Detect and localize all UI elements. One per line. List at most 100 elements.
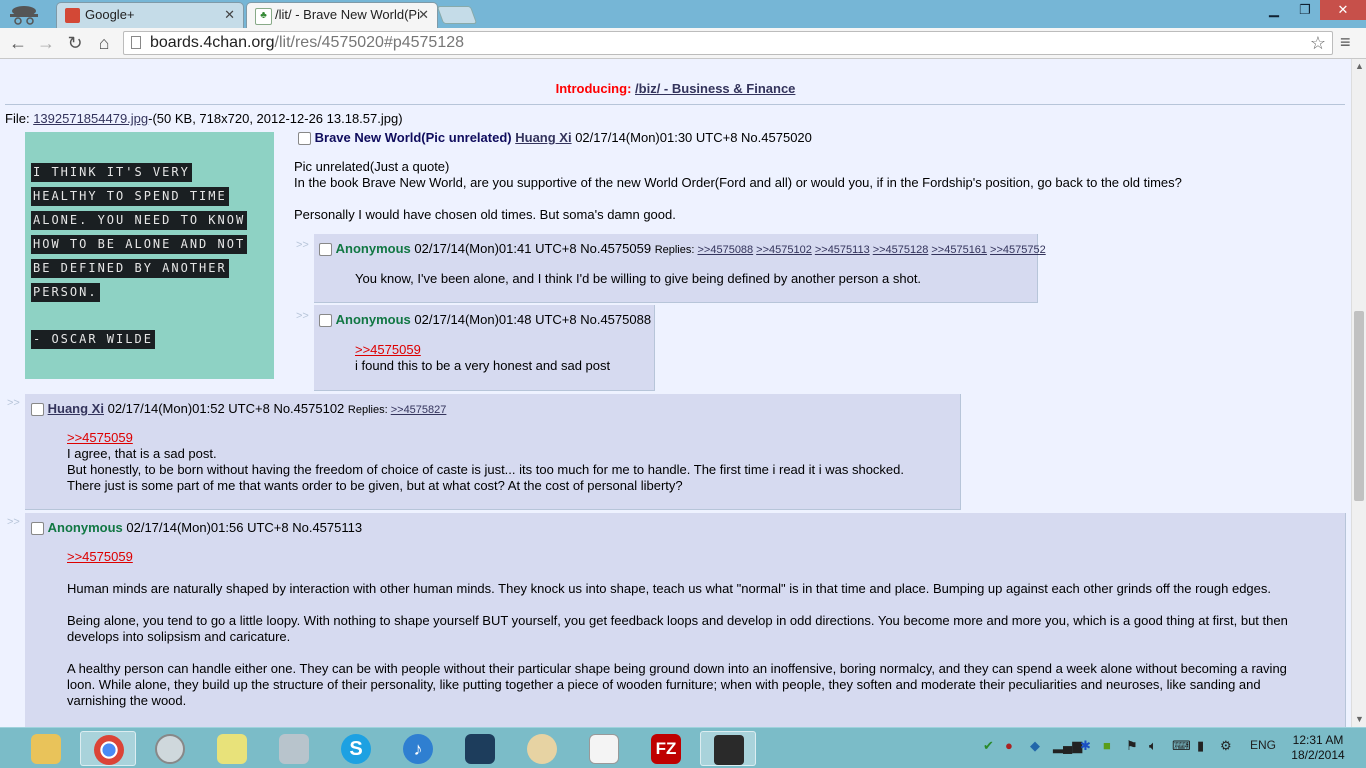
scroll-down-arrow-icon[interactable]: ▼ (1352, 712, 1366, 727)
post-datetime[interactable]: 02/17/14(Mon)01:41 UTC+8 No.4575059 (414, 241, 651, 256)
dropbox-icon[interactable]: ◆ (1030, 738, 1040, 754)
reply-backlink[interactable]: >>4575752 (990, 244, 1046, 256)
minimize-button[interactable]: ▁ (1254, 0, 1294, 20)
message-line: But honestly, to be born without having … (67, 462, 904, 477)
scroll-up-arrow-icon[interactable]: ▲ (1352, 59, 1366, 74)
file-link[interactable]: 1392571854479.jpg (33, 111, 148, 126)
clock-time: 12:31 AM (1292, 733, 1344, 747)
post-message: >>4575059 I agree, that is a sad post. B… (67, 430, 947, 494)
steam-icon[interactable] (700, 731, 756, 766)
post-checkbox[interactable] (31, 403, 44, 417)
image-text-line: HEALTHY TO SPEND TIME (31, 187, 229, 206)
replies-label: Replies: (347, 404, 388, 416)
op-message: Pic unrelated(Just a quote) In the book … (294, 159, 1334, 223)
message-line: Being alone, you tend to go a little loo… (67, 613, 1288, 628)
post-datetime[interactable]: 02/17/14(Mon)01:56 UTC+8 No.4575113 (126, 520, 362, 535)
reload-icon[interactable]: ↻ (63, 32, 87, 54)
intro-label: Introducing: (555, 81, 632, 96)
replies-list: Replies: >>4575827 (348, 404, 449, 416)
image-text-line: BE DEFINED BY ANOTHER (31, 259, 229, 278)
url-path: /lit/res/4575020#p4575128 (274, 34, 465, 51)
network-signal-icon[interactable]: ▂▄▆ (1053, 738, 1082, 754)
vertical-scrollbar[interactable]: ▲ ▼ (1351, 59, 1366, 727)
poster-name: Anonymous (47, 520, 123, 535)
poster-name[interactable]: Huang Xi (515, 130, 571, 145)
security-shield-icon[interactable]: ✔ (983, 738, 994, 754)
op-image[interactable]: I THINK IT'S VERY HEALTHY TO SPEND TIME … (25, 132, 274, 379)
post-datetime[interactable]: 02/17/14(Mon)01:30 UTC+8 No.4575020 (575, 130, 812, 145)
nvidia-icon[interactable]: ■ (1103, 738, 1111, 753)
language-indicator[interactable]: ENG (1250, 738, 1276, 752)
board-announcement: Introducing: /biz/ - Business & Finance (0, 81, 1351, 96)
back-arrow-icon[interactable]: ← (6, 32, 30, 54)
close-tab-icon[interactable]: ✕ (224, 3, 235, 27)
paint-icon[interactable] (514, 731, 570, 766)
close-window-button[interactable]: ✕ (1320, 0, 1366, 20)
steam-tray-icon[interactable]: ⚙ (1220, 738, 1232, 754)
filezilla-icon[interactable]: FZ (638, 731, 694, 766)
post-checkbox[interactable] (31, 522, 44, 536)
bluetooth-icon[interactable]: ✱ (1080, 738, 1091, 754)
battery-icon[interactable]: ▮ (1197, 738, 1204, 754)
scrollbar-thumb[interactable] (1354, 311, 1364, 501)
biz-board-link[interactable]: /biz/ - Business & Finance (635, 81, 795, 96)
reply-post: Anonymous 02/17/14(Mon)01:56 UTC+8 No.45… (25, 513, 1346, 727)
file-meta: -(50 KB, 718x720, 2012-12-26 13.18.57.jp… (148, 111, 403, 126)
volume-icon[interactable]: 🔈︎ (1149, 738, 1157, 754)
new-tab-button[interactable] (436, 6, 478, 24)
address-bar[interactable]: boards.4chan.org/lit/res/4575020#p457512… (123, 31, 1333, 55)
message-line: In the book Brave New World, are you sup… (294, 175, 1182, 190)
calculator-icon[interactable] (266, 731, 322, 766)
message-line: I agree, that is a sad post. (67, 446, 217, 461)
reply-arrows: >> (7, 397, 20, 409)
reply-arrows: >> (296, 310, 309, 322)
keyboard-icon[interactable]: ⌨ (1172, 738, 1191, 754)
tab-google-plus[interactable]: Google+ ✕ (56, 2, 244, 28)
google-plus-icon (65, 8, 80, 23)
post-checkbox[interactable] (319, 243, 332, 257)
action-center-flag-icon[interactable]: ⚑ (1126, 738, 1138, 754)
reply-backlink[interactable]: >>4575102 (756, 244, 812, 256)
tab-lit-thread[interactable]: ♣ /lit/ - Brave New World(Pi ✕ (246, 2, 438, 28)
close-tab-icon[interactable]: ✕ (418, 3, 429, 27)
message-line: loon. While alone, they build up the str… (67, 677, 1261, 692)
safari-icon[interactable] (142, 731, 198, 766)
post-checkbox[interactable] (319, 314, 332, 328)
post-message: >>4575059 Human minds are naturally shap… (67, 549, 1327, 709)
gnumeric-icon[interactable] (576, 731, 632, 766)
itunes-icon[interactable]: ♪ (390, 731, 446, 766)
chrome-icon[interactable] (80, 731, 136, 766)
quote-link[interactable]: >>4575059 (67, 430, 133, 445)
replies-label: Replies: (654, 244, 695, 256)
sticky-notes-icon[interactable] (204, 731, 260, 766)
post-datetime[interactable]: 02/17/14(Mon)01:52 UTC+8 No.4575102 (108, 401, 345, 416)
post-header: Anonymous 02/17/14(Mon)01:41 UTC+8 No.45… (319, 241, 1049, 257)
reply-backlink[interactable]: >>4575088 (698, 244, 754, 256)
browser-titlebar: Google+ ✕ ♣ /lit/ - Brave New World(Pi ✕… (0, 0, 1366, 28)
post-checkbox[interactable] (298, 132, 311, 146)
quote-link[interactable]: >>4575059 (355, 342, 421, 357)
poster-name: Anonymous (335, 241, 411, 256)
post-datetime[interactable]: 02/17/14(Mon)01:48 UTC+8 No.4575088 (414, 312, 651, 327)
home-icon[interactable]: ⌂ (92, 32, 116, 54)
reply-backlink[interactable]: >>4575113 (815, 244, 870, 256)
system-clock[interactable]: 12:31 AM 18/2/2014 (1288, 733, 1348, 763)
skype-icon[interactable]: S (328, 731, 384, 766)
forward-arrow-icon[interactable]: → (34, 32, 58, 54)
mysql-workbench-icon[interactable] (452, 731, 508, 766)
post-message: >>4575059 i found this to be a very hone… (355, 342, 610, 374)
cut-off-banner (300, 59, 304, 62)
quote-link[interactable]: >>4575059 (67, 549, 133, 564)
reply-backlink[interactable]: >>4575128 (873, 244, 929, 256)
star-icon[interactable]: ☆ (1310, 32, 1326, 54)
poster-name[interactable]: Huang Xi (48, 401, 104, 416)
image-text-line: HOW TO BE ALONE AND NOT (31, 235, 248, 254)
reply-backlink[interactable]: >>4575161 (931, 244, 987, 256)
hamburger-menu-icon[interactable]: ≡ (1340, 32, 1351, 53)
restore-button[interactable]: ❐ (1290, 0, 1320, 20)
message-line: varnishing the wood. (67, 693, 187, 708)
reply-backlink[interactable]: >>4575827 (391, 404, 447, 416)
tray-app-icon[interactable]: ● (1005, 738, 1013, 753)
file-explorer-icon[interactable] (18, 731, 74, 766)
page-viewport: Introducing: /biz/ - Business & Finance … (0, 59, 1351, 727)
